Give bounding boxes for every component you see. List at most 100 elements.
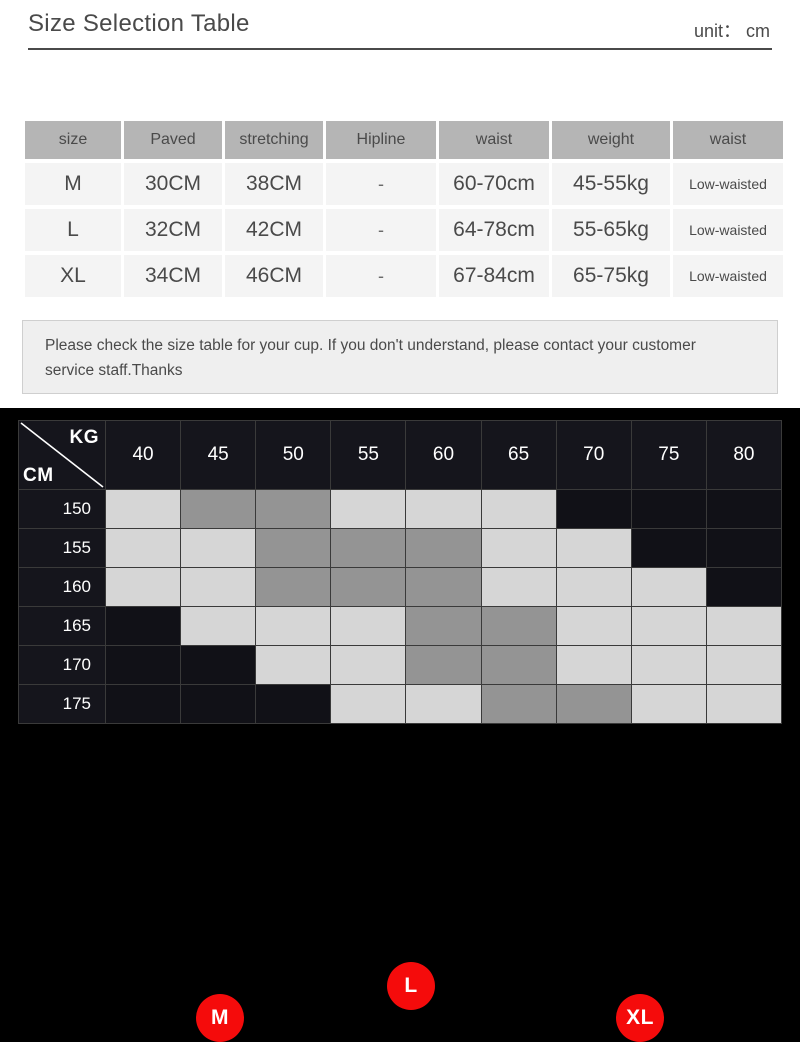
heatmap-cell-150-70 [555, 489, 632, 529]
heatmap-cell-170-45 [180, 645, 257, 685]
size-badge-l: L [387, 962, 435, 1010]
heatmap-cell-160-75 [630, 567, 707, 607]
heatmap-cell-175-80 [705, 684, 783, 724]
column-header-size: size [25, 121, 121, 159]
heatmap-axis-label-kg: KG [69, 427, 99, 448]
heatmap-cell-150-80 [705, 489, 783, 529]
cell-paved: 30CM [124, 163, 222, 205]
note-text: Please check the size table for your cup… [45, 337, 696, 379]
column-header-hipline: Hipline [326, 121, 436, 159]
column-header-paved: Paved [124, 121, 222, 159]
table-header-row: size Paved stretching Hipline waist weig… [25, 121, 783, 159]
heatmap-cell-150-65 [480, 489, 557, 529]
table-row: XL 34CM 46CM - 67-84cm 65-75kg Low-waist… [25, 255, 783, 297]
cell-waist-type: Low-waisted [673, 163, 783, 205]
heatmap-cell-170-55 [330, 645, 407, 685]
heatmap-axis-label-cm: CM [23, 465, 54, 486]
heatmap-col-header-75: 75 [630, 420, 707, 490]
heatmap-header-row: KG CM 40 45 50 55 60 65 70 75 80 [18, 420, 783, 490]
heatmap-cell-165-40 [104, 606, 182, 646]
column-header-stretching: stretching [225, 121, 323, 159]
heatmap-cell-150-55 [330, 489, 407, 529]
top-panel: Size Selection Table unit： cm size Paved… [0, 0, 800, 408]
heatmap-cell-175-40 [104, 684, 182, 724]
cell-paved: 32CM [124, 209, 222, 251]
heatmap-cell-150-60 [405, 489, 482, 529]
heatmap-cell-160-65 [480, 567, 557, 607]
heatmap-cell-170-50 [255, 645, 332, 685]
heatmap-row-header-170: 170 [18, 645, 106, 685]
heatmap-row: 170 [18, 645, 783, 685]
heatmap-cell-175-60 [405, 684, 482, 724]
heatmap-row-header-155: 155 [18, 528, 106, 568]
heatmap-row: 165 [18, 606, 783, 646]
cell-size: M [25, 163, 121, 205]
heatmap-cell-155-45 [180, 528, 257, 568]
cell-stretching: 42CM [225, 209, 323, 251]
cell-stretching: 46CM [225, 255, 323, 297]
heatmap-cell-175-70 [555, 684, 632, 724]
heatmap-cell-175-55 [330, 684, 407, 724]
heatmap-cell-160-60 [405, 567, 482, 607]
heatmap-cell-155-80 [705, 528, 783, 568]
heatmap-col-header-70: 70 [555, 420, 632, 490]
cell-hipline: - [326, 209, 436, 251]
heatmap-cell-160-45 [180, 567, 257, 607]
heatmap-row: 175 [18, 684, 783, 724]
heatmap-cell-150-40 [104, 489, 182, 529]
heatmap-row-header-160: 160 [18, 567, 106, 607]
heatmap-cell-165-75 [630, 606, 707, 646]
heatmap-cell-170-80 [705, 645, 783, 685]
cell-weight: 65-75kg [552, 255, 670, 297]
heatmap-cell-155-65 [480, 528, 557, 568]
heatmap-cell-165-80 [705, 606, 783, 646]
heatmap-row-header-150: 150 [18, 489, 106, 529]
heatmap-cell-150-75 [630, 489, 707, 529]
heatmap-row: 150 [18, 489, 783, 529]
cell-waist-type: Low-waisted [673, 209, 783, 251]
heatmap-row: 160 [18, 567, 783, 607]
heatmap-cell-170-60 [405, 645, 482, 685]
heatmap-cell-160-40 [104, 567, 182, 607]
heatmap-row-header-165: 165 [18, 606, 106, 646]
cell-hipline: - [326, 255, 436, 297]
heatmap-cell-155-75 [630, 528, 707, 568]
heatmap-cell-155-50 [255, 528, 332, 568]
column-header-waist: waist [439, 121, 549, 159]
table-row: L 32CM 42CM - 64-78cm 55-65kg Low-waiste… [25, 209, 783, 251]
size-heatmap-grid: KG CM 40 45 50 55 60 65 70 75 80 150 155 1… [18, 420, 783, 724]
unit-label: unit： cm [693, 21, 770, 41]
heatmap-cell-155-60 [405, 528, 482, 568]
heatmap-cell-170-65 [480, 645, 557, 685]
cell-waist-type: Low-waisted [673, 255, 783, 297]
cell-size: XL [25, 255, 121, 297]
cell-size: L [25, 209, 121, 251]
size-badge-xl: XL [616, 994, 664, 1042]
heatmap-cell-160-80 [705, 567, 783, 607]
title-row: Size Selection Table unit： cm [28, 8, 772, 50]
size-badge-m: M [196, 994, 244, 1042]
heatmap-cell-165-50 [255, 606, 332, 646]
heatmap-col-header-80: 80 [705, 420, 783, 490]
heatmap-col-header-45: 45 [180, 420, 257, 490]
heatmap-col-header-40: 40 [104, 420, 182, 490]
heatmap-cell-160-55 [330, 567, 407, 607]
cell-hipline: - [326, 163, 436, 205]
heatmap-cell-160-50 [255, 567, 332, 607]
heatmap-cell-155-55 [330, 528, 407, 568]
heatmap-cell-155-70 [555, 528, 632, 568]
heatmap-body: 150 155 160 165 170 175 [18, 489, 783, 724]
heatmap-cell-175-65 [480, 684, 557, 724]
heatmap-cell-155-40 [104, 528, 182, 568]
cell-weight: 45-55kg [552, 163, 670, 205]
heatmap-cell-150-50 [255, 489, 332, 529]
heatmap-cell-150-45 [180, 489, 257, 529]
cell-waist: 67-84cm [439, 255, 549, 297]
heatmap-cell-175-45 [180, 684, 257, 724]
heatmap-row: 155 [18, 528, 783, 568]
heatmap-col-header-50: 50 [255, 420, 332, 490]
heatmap-cell-170-40 [104, 645, 182, 685]
heatmap-col-header-65: 65 [480, 420, 557, 490]
heatmap-cell-165-55 [330, 606, 407, 646]
heatmap-cell-165-45 [180, 606, 257, 646]
